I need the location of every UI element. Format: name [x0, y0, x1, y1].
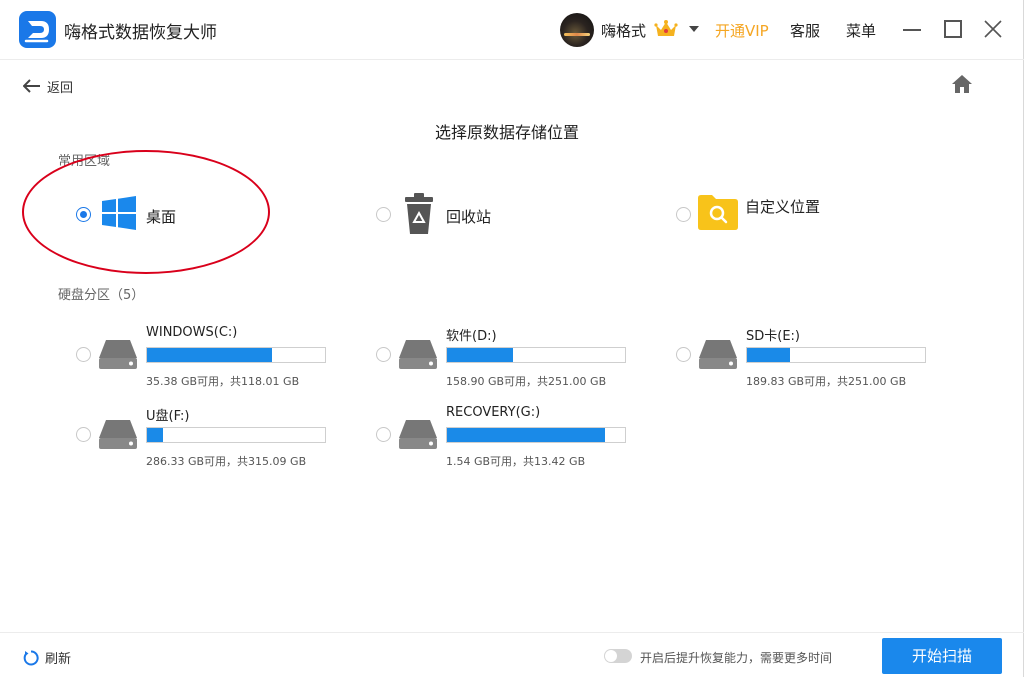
refresh-icon [23, 649, 39, 665]
recycle-bin-icon [405, 193, 433, 234]
vip-link[interactable]: 开通VIP [715, 20, 769, 41]
drive-g-radio[interactable] [376, 427, 391, 442]
hard-drive-icon [99, 340, 137, 369]
page-title: 选择原数据存储位置 [434, 123, 579, 142]
drive-f-name[interactable]: U盘(F:) [146, 405, 190, 424]
back-button[interactable]: 返回 [23, 76, 73, 96]
custom-location-radio[interactable] [676, 207, 691, 222]
enhance-toggle[interactable] [604, 649, 632, 663]
drive-f-radio[interactable] [76, 427, 91, 442]
avatar[interactable] [560, 13, 594, 47]
drive-c-info: 35.38 GB可用，共118.01 GB [146, 375, 300, 388]
drive-e-name[interactable]: SD卡(E:) [746, 325, 800, 344]
drive-d-radio[interactable] [376, 347, 391, 362]
common-area-label: 常用区域 [58, 154, 111, 169]
arrow-left-icon [23, 79, 40, 93]
menu-link[interactable]: 菜单 [846, 20, 876, 41]
drive-e-radio[interactable] [676, 347, 691, 362]
folder-search-icon [698, 195, 738, 230]
drive-g-info: 1.54 GB可用，共13.42 GB [446, 455, 586, 468]
drive-d-name[interactable]: 软件(D:) [446, 325, 497, 344]
drive-d-usage-bar [446, 347, 626, 363]
recycle-bin-label[interactable]: 回收站 [446, 206, 491, 227]
usage-fill [447, 348, 513, 362]
refresh-button[interactable]: 刷新 [23, 648, 71, 667]
recycle-bin-radio[interactable] [376, 207, 391, 222]
chevron-down-icon[interactable] [689, 26, 699, 32]
windows-icon [102, 196, 136, 230]
footer-bar [0, 632, 1024, 677]
drive-g-usage-bar [446, 427, 626, 443]
username[interactable]: 嗨格式 [601, 20, 646, 41]
drive-f-usage-bar [146, 427, 326, 443]
hard-drive-icon [699, 340, 737, 369]
home-icon[interactable] [950, 73, 974, 95]
start-scan-button[interactable]: 开始扫描 [882, 638, 1002, 674]
desktop-label[interactable]: 桌面 [146, 206, 176, 227]
minimize-icon[interactable] [903, 29, 921, 31]
hard-drive-icon [399, 340, 437, 369]
hard-drive-icon [99, 420, 137, 449]
usage-fill [147, 428, 164, 442]
hard-drive-icon [399, 420, 437, 449]
usage-fill [447, 428, 606, 442]
drive-c-radio[interactable] [76, 347, 91, 362]
drive-c-usage-bar [146, 347, 326, 363]
enhance-toggle-label: 开启后提升恢复能力，需要更多时间 [640, 651, 833, 665]
close-icon[interactable] [983, 19, 1003, 39]
desktop-radio[interactable] [76, 207, 91, 222]
maximize-icon[interactable] [944, 20, 962, 38]
drive-g-name[interactable]: RECOVERY(G:) [446, 405, 540, 420]
app-title: 嗨格式数据恢复大师 [64, 23, 217, 43]
custom-location-label[interactable]: 自定义位置 [745, 196, 820, 217]
app-logo-icon [19, 11, 56, 48]
usage-fill [147, 348, 272, 362]
drive-e-info: 189.83 GB可用，共251.00 GB [746, 375, 907, 388]
drive-f-info: 286.33 GB可用，共315.09 GB [146, 455, 307, 468]
back-label: 返回 [47, 80, 74, 96]
crown-icon [654, 20, 678, 36]
drive-d-info: 158.90 GB可用，共251.00 GB [446, 375, 607, 388]
refresh-label: 刷新 [45, 652, 72, 667]
usage-fill [747, 348, 790, 362]
drive-c-name[interactable]: WINDOWS(C:) [146, 325, 237, 340]
app-window: 嗨格式数据恢复大师 嗨格式 开通VIP 客服 菜单 返回 选择原数据存储位置 常… [0, 0, 1024, 677]
disk-section-label: 硬盘分区（5） [58, 288, 145, 303]
drive-e-usage-bar [746, 347, 926, 363]
service-link[interactable]: 客服 [790, 20, 820, 41]
